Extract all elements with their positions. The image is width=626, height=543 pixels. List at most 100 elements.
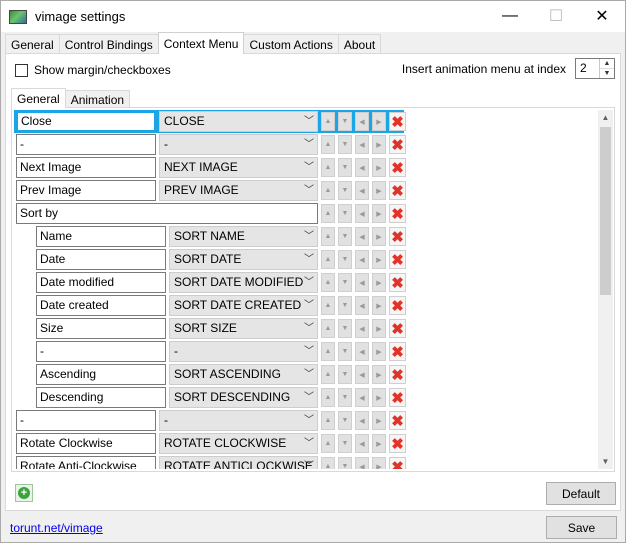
indent-icon[interactable]: ▶: [372, 296, 386, 315]
menu-item-action-select[interactable]: NEXT IMAGE ﹀: [159, 157, 318, 178]
insert-index-stepper[interactable]: 2 ▲ ▼: [575, 58, 615, 79]
show-margin-option[interactable]: Show margin/checkboxes: [15, 63, 171, 77]
stepper-up-icon[interactable]: ▲: [600, 59, 614, 68]
menu-row[interactable]: Ascending SORT ASCENDING ﹀ ▲ ▼ ◀ ▶ ✖: [14, 363, 406, 386]
indent-icon[interactable]: ▶: [372, 388, 386, 407]
menu-item-name-input[interactable]: Descending: [36, 387, 166, 408]
move-up-icon[interactable]: ▲: [321, 365, 335, 384]
indent-icon[interactable]: ▶: [372, 181, 386, 200]
menu-item-action-select[interactable]: PREV IMAGE ﹀: [159, 180, 318, 201]
menu-row[interactable]: - - ﹀ ▲ ▼ ◀ ▶ ✖: [14, 133, 406, 156]
menu-row[interactable]: - - ﹀ ▲ ▼ ◀ ▶ ✖: [14, 409, 406, 432]
menu-row[interactable]: Date SORT DATE ﹀ ▲ ▼ ◀ ▶ ✖: [14, 248, 406, 271]
move-up-icon[interactable]: ▲: [321, 434, 335, 453]
delete-icon[interactable]: ✖: [389, 158, 406, 177]
outdent-icon[interactable]: ◀: [355, 227, 369, 246]
outdent-icon[interactable]: ◀: [355, 342, 369, 361]
menu-item-name-input[interactable]: -: [16, 134, 156, 155]
move-up-icon[interactable]: ▲: [321, 181, 335, 200]
delete-icon[interactable]: ✖: [389, 227, 406, 246]
move-down-icon[interactable]: ▼: [338, 434, 352, 453]
menu-row[interactable]: Next Image NEXT IMAGE ﹀ ▲ ▼ ◀ ▶ ✖: [14, 156, 406, 179]
menu-item-name-input[interactable]: Rotate Anti-Clockwise: [16, 456, 156, 469]
tab-control-bindings[interactable]: Control Bindings: [58, 34, 159, 54]
menu-item-action-select[interactable]: CLOSE ﹀: [159, 111, 318, 132]
menu-row[interactable]: Descending SORT DESCENDING ﹀ ▲ ▼ ◀ ▶ ✖: [14, 386, 406, 409]
delete-icon[interactable]: ✖: [389, 319, 406, 338]
delete-icon[interactable]: ✖: [389, 135, 406, 154]
move-up-icon[interactable]: ▲: [321, 388, 335, 407]
menu-item-action-select[interactable]: - ﹀: [159, 410, 318, 431]
indent-icon[interactable]: ▶: [372, 342, 386, 361]
menu-item-name-input[interactable]: Rotate Clockwise: [16, 433, 156, 454]
menu-item-action-select[interactable]: SORT DATE MODIFIED ﹀: [169, 272, 318, 293]
menu-row[interactable]: Name SORT NAME ﹀ ▲ ▼ ◀ ▶ ✖: [14, 225, 406, 248]
move-down-icon[interactable]: ▼: [338, 250, 352, 269]
move-up-icon[interactable]: ▲: [321, 158, 335, 177]
delete-icon[interactable]: ✖: [389, 273, 406, 292]
move-up-icon[interactable]: ▲: [321, 273, 335, 292]
stepper-down-icon[interactable]: ▼: [600, 68, 614, 78]
default-button[interactable]: Default: [546, 482, 616, 505]
delete-icon[interactable]: ✖: [389, 365, 406, 384]
outdent-icon[interactable]: ◀: [355, 411, 369, 430]
show-margin-checkbox[interactable]: [15, 63, 28, 77]
menu-row[interactable]: Rotate Anti-Clockwise ROTATE ANTICLOCKWI…: [14, 455, 406, 469]
move-down-icon[interactable]: ▼: [338, 204, 352, 223]
indent-icon[interactable]: ▶: [372, 273, 386, 292]
menu-item-name-input[interactable]: -: [36, 341, 166, 362]
menu-row[interactable]: - - ﹀ ▲ ▼ ◀ ▶ ✖: [14, 340, 406, 363]
delete-icon[interactable]: ✖: [389, 250, 406, 269]
delete-icon[interactable]: ✖: [389, 388, 406, 407]
menu-item-name-input[interactable]: Size: [36, 318, 166, 339]
menu-item-name-input[interactable]: Next Image: [16, 157, 156, 178]
outdent-icon[interactable]: ◀: [355, 112, 369, 131]
menu-item-action-select[interactable]: SORT SIZE ﹀: [169, 318, 318, 339]
delete-icon[interactable]: ✖: [389, 457, 406, 469]
indent-icon[interactable]: ▶: [372, 434, 386, 453]
menu-item-action-select[interactable]: ROTATE CLOCKWISE ﹀: [159, 433, 318, 454]
indent-icon[interactable]: ▶: [372, 250, 386, 269]
menu-row[interactable]: Date modified SORT DATE MODIFIED ﹀ ▲ ▼ ◀ …: [14, 271, 406, 294]
menu-item-action-select[interactable]: - ﹀: [169, 341, 318, 362]
scroll-up-icon[interactable]: ▲: [598, 110, 613, 125]
move-down-icon[interactable]: ▼: [338, 388, 352, 407]
menu-row[interactable]: Prev Image PREV IMAGE ﹀ ▲ ▼ ◀ ▶ ✖: [14, 179, 406, 202]
outdent-icon[interactable]: ◀: [355, 250, 369, 269]
tab-general[interactable]: General: [5, 34, 60, 54]
menu-item-name-input[interactable]: Sort by: [16, 203, 318, 224]
menu-row[interactable]: Close CLOSE ﹀ ▲ ▼ ◀ ▶ ✖: [14, 110, 406, 133]
menu-item-name-input[interactable]: Name: [36, 226, 166, 247]
tab-context-menu[interactable]: Context Menu: [157, 32, 245, 54]
menu-item-name-input[interactable]: Date created: [36, 295, 166, 316]
indent-icon[interactable]: ▶: [372, 365, 386, 384]
scroll-down-icon[interactable]: ▼: [598, 454, 613, 469]
move-down-icon[interactable]: ▼: [338, 411, 352, 430]
website-link[interactable]: torunt.net/vimage: [10, 521, 103, 535]
indent-icon[interactable]: ▶: [372, 227, 386, 246]
delete-icon[interactable]: ✖: [389, 296, 406, 315]
save-button[interactable]: Save: [546, 516, 617, 539]
menu-row[interactable]: Date created SORT DATE CREATED ﹀ ▲ ▼ ◀ ▶ …: [14, 294, 406, 317]
move-up-icon[interactable]: ▲: [321, 296, 335, 315]
move-down-icon[interactable]: ▼: [338, 457, 352, 469]
menu-row[interactable]: Rotate Clockwise ROTATE CLOCKWISE ﹀ ▲ ▼ ◀…: [14, 432, 406, 455]
menu-item-action-select[interactable]: SORT DATE ﹀: [169, 249, 318, 270]
outdent-icon[interactable]: ◀: [355, 434, 369, 453]
minimize-button[interactable]: —: [487, 1, 533, 31]
menu-item-action-select[interactable]: - ﹀: [159, 134, 318, 155]
outdent-icon[interactable]: ◀: [355, 365, 369, 384]
move-down-icon[interactable]: ▼: [338, 135, 352, 154]
outdent-icon[interactable]: ◀: [355, 388, 369, 407]
move-up-icon[interactable]: ▲: [321, 342, 335, 361]
insert-index-value[interactable]: 2: [576, 59, 599, 78]
move-up-icon[interactable]: ▲: [321, 319, 335, 338]
move-up-icon[interactable]: ▲: [321, 112, 335, 131]
move-up-icon[interactable]: ▲: [321, 411, 335, 430]
move-down-icon[interactable]: ▼: [338, 112, 352, 131]
tab-custom-actions[interactable]: Custom Actions: [243, 34, 339, 54]
indent-icon[interactable]: ▶: [372, 158, 386, 177]
menu-item-action-select[interactable]: SORT DATE CREATED ﹀: [169, 295, 318, 316]
move-up-icon[interactable]: ▲: [321, 457, 335, 469]
move-up-icon[interactable]: ▲: [321, 250, 335, 269]
